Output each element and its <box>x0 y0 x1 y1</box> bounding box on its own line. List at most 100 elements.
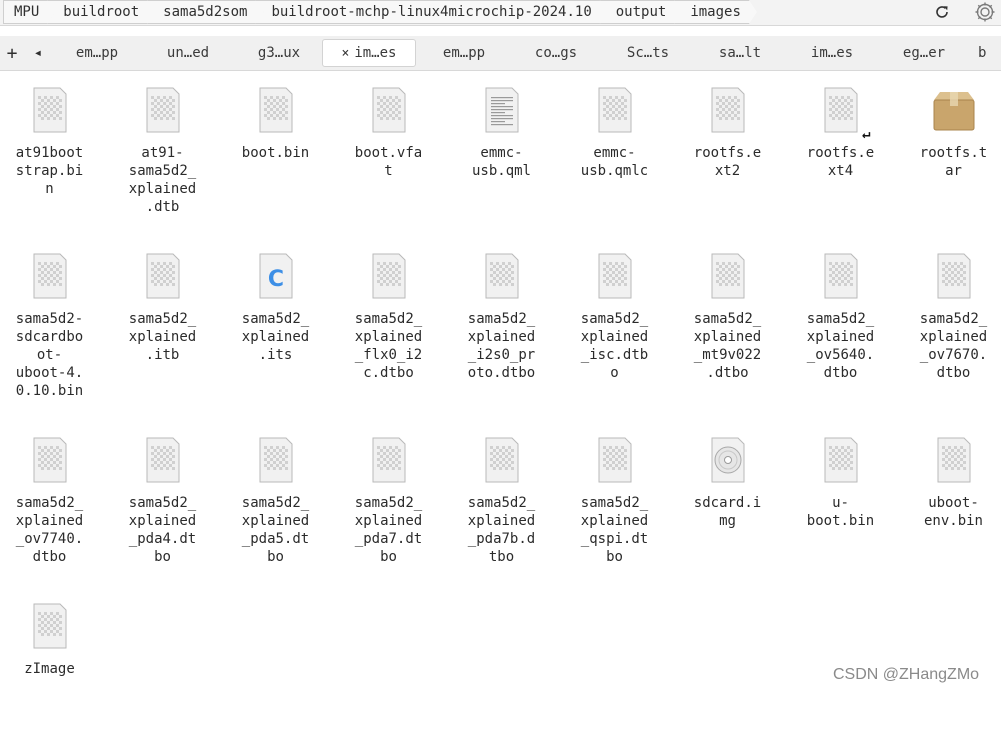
file-item[interactable]: emmc- usb.qmlc <box>558 74 671 234</box>
generic-file-icon <box>137 434 189 486</box>
tab-label: im…es <box>354 45 397 61</box>
file-item[interactable]: sama5d2_ xplained _pda4.dt bo <box>106 424 219 584</box>
generic-file-icon <box>137 250 189 302</box>
file-name: rootfs.t ar <box>919 145 988 179</box>
breadcrumb-item-current[interactable]: images <box>674 0 757 24</box>
file-item[interactable]: sama5d2- sdcardbo ot- uboot-4. 0.10.bin <box>0 240 106 400</box>
breadcrumb: MPU buildroot sama5d2som buildroot-mchp-… <box>3 0 757 24</box>
text-file-icon <box>476 84 528 136</box>
file-item[interactable]: sama5d2_ xplained _mt9v022 .dtbo <box>671 240 784 400</box>
file-item[interactable]: boot.vfa t <box>332 74 445 234</box>
file-name: sama5d2_ xplained _qspi.dt bo <box>580 495 649 565</box>
generic-file-icon <box>589 250 641 302</box>
c-source-icon: C <box>250 250 302 302</box>
file-name: sama5d2_ xplained _pda4.dt bo <box>128 495 197 565</box>
file-item[interactable]: zImage <box>0 590 106 750</box>
file-name: emmc- usb.qml <box>471 145 531 179</box>
file-name: sama5d2_ xplained _ov7670. dtbo <box>919 311 988 381</box>
generic-file-icon <box>476 250 528 302</box>
file-name: rootfs.e xt2 <box>693 145 762 179</box>
tab[interactable]: em…pp <box>52 39 142 67</box>
generic-file-icon <box>24 434 76 486</box>
generic-file-icon <box>363 84 415 136</box>
file-name: sdcard.i mg <box>693 495 762 529</box>
file-item[interactable]: rootfs.t ar <box>897 74 1001 234</box>
file-item[interactable]: emmc- usb.qml <box>445 74 558 234</box>
symlink-file-icon: ↵ <box>815 84 871 142</box>
generic-file-icon <box>24 600 76 652</box>
tab[interactable]: em…pp <box>419 39 509 67</box>
tab[interactable]: co…gs <box>511 39 601 67</box>
breadcrumb-item[interactable]: buildroot-mchp-linux4microchip-2024.10 <box>255 0 607 24</box>
file-item[interactable]: sama5d2_ xplained _pda7.dt bo <box>332 424 445 584</box>
breadcrumb-item[interactable]: buildroot <box>47 0 155 24</box>
file-item[interactable]: at91boot strap.bi n <box>0 74 106 234</box>
breadcrumb-item[interactable]: MPU <box>3 0 55 24</box>
tab[interactable]: un…ed <box>143 39 233 67</box>
file-name: sama5d2_ xplained _pda7.dt bo <box>354 495 423 565</box>
close-tab-icon[interactable]: × <box>342 46 350 61</box>
file-name: sama5d2_ xplained _i2s0_pr oto.dtbo <box>467 311 536 381</box>
file-item[interactable]: sdcard.i mg <box>671 424 784 584</box>
file-item[interactable]: sama5d2_ xplained _ov5640. dtbo <box>784 240 897 400</box>
file-item[interactable]: sama5d2_ xplained _ov7670. dtbo <box>897 240 1001 400</box>
generic-file-icon <box>589 434 641 486</box>
path-bar: MPU buildroot sama5d2som buildroot-mchp-… <box>0 0 1001 26</box>
tab-active[interactable]: × im…es <box>322 39 416 67</box>
file-item[interactable]: sama5d2_ xplained _pda7b.d tbo <box>445 424 558 584</box>
file-name: at91- sama5d2_ xplained .dtb <box>128 145 197 215</box>
file-name: sama5d2- sdcardbo ot- uboot-4. 0.10.bin <box>15 311 84 399</box>
breadcrumb-item[interactable]: sama5d2som <box>147 0 263 24</box>
generic-file-icon <box>250 84 302 136</box>
new-tab-button[interactable]: + <box>2 36 22 70</box>
svg-text:C: C <box>267 267 283 292</box>
file-item[interactable]: u- boot.bin <box>784 424 897 584</box>
file-name: sama5d2_ xplained _pda7b.d tbo <box>467 495 536 565</box>
settings-button[interactable] <box>970 0 1000 24</box>
file-item[interactable]: uboot- env.bin <box>897 424 1001 584</box>
generic-file-icon <box>815 250 867 302</box>
file-item[interactable]: Csama5d2_ xplained .its <box>219 240 332 400</box>
generic-file-icon <box>137 84 189 136</box>
file-name: uboot- env.bin <box>923 495 983 529</box>
file-name: boot.vfa t <box>354 145 423 179</box>
file-item[interactable]: ↵ rootfs.e xt4 <box>784 74 897 234</box>
watermark: CSDN @ZHangZMo <box>833 666 980 683</box>
file-name: sama5d2_ xplained _pda5.dt bo <box>241 495 310 565</box>
generic-file-icon <box>250 434 302 486</box>
tab[interactable]: sa…lt <box>695 39 785 67</box>
file-item[interactable]: sama5d2_ xplained .itb <box>106 240 219 400</box>
file-item[interactable]: sama5d2_ xplained _qspi.dt bo <box>558 424 671 584</box>
tab[interactable]: eg…er <box>879 39 969 67</box>
tab[interactable]: b <box>978 39 1001 67</box>
file-item[interactable]: rootfs.e xt2 <box>671 74 784 234</box>
file-name: boot.bin <box>241 145 310 161</box>
file-name: sama5d2_ xplained .itb <box>128 311 197 363</box>
generic-file-icon <box>363 250 415 302</box>
tab-scroll-left-button[interactable]: ◂ <box>28 36 48 70</box>
file-item[interactable]: sama5d2_ xplained _pda5.dt bo <box>219 424 332 584</box>
tab[interactable]: im…es <box>787 39 877 67</box>
file-item[interactable]: boot.bin <box>219 74 332 234</box>
reload-button[interactable] <box>930 0 954 24</box>
file-grid: at91boot strap.bi n at91- sama5d2_ xplain… <box>0 74 1001 695</box>
tab[interactable]: Sc…ts <box>603 39 693 67</box>
file-name: at91boot strap.bi n <box>15 145 84 197</box>
generic-file-icon <box>589 84 641 136</box>
file-item[interactable]: sama5d2_ xplained _isc.dtb o <box>558 240 671 400</box>
disc-image-icon <box>702 434 754 486</box>
file-item[interactable]: sama5d2_ xplained _flx0_i2 c.dtbo <box>332 240 445 400</box>
generic-file-icon <box>476 434 528 486</box>
file-name: sama5d2_ xplained _mt9v022 .dtbo <box>693 311 762 381</box>
file-name: u- boot.bin <box>806 495 875 529</box>
tab-bar: + ◂ em…pp un…ed g3…ux × im…es em…pp co…gs… <box>0 36 1001 71</box>
file-name: emmc- usb.qmlc <box>580 145 649 179</box>
file-item[interactable]: sama5d2_ xplained _i2s0_pr oto.dtbo <box>445 240 558 400</box>
file-item[interactable]: sama5d2_ xplained _ov7740. dtbo <box>0 424 106 584</box>
breadcrumb-item[interactable]: output <box>600 0 683 24</box>
tab[interactable]: g3…ux <box>234 39 324 67</box>
archive-icon <box>928 84 980 136</box>
reload-icon <box>936 6 948 18</box>
file-item[interactable]: at91- sama5d2_ xplained .dtb <box>106 74 219 234</box>
generic-file-icon <box>815 434 867 486</box>
